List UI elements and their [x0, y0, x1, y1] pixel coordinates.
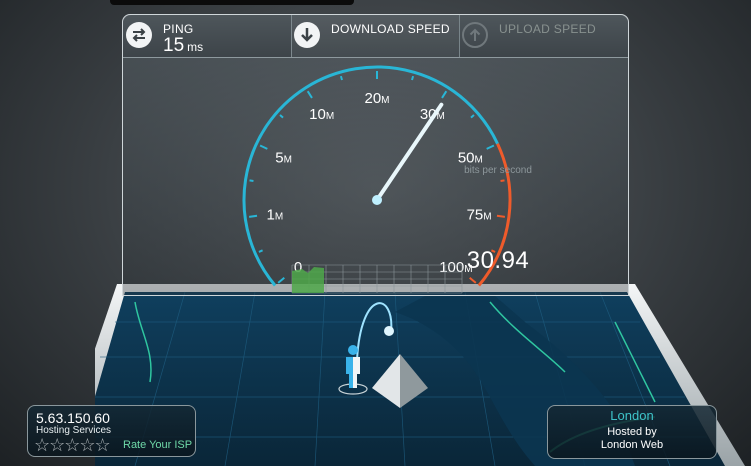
- gauge-tick-label: 50M: [458, 149, 483, 166]
- gauge-tick: [470, 114, 475, 119]
- speed-history-graph: [291, 264, 463, 294]
- gauge-tick-label: 20M: [364, 90, 389, 107]
- server-host: Hosted by London Web: [548, 426, 716, 452]
- speed-gauge-panel: PING 15 ms DOWNLOAD SPEED UPLOAD SPEED 01…: [122, 14, 629, 296]
- needle-hub: [372, 195, 382, 205]
- top-bar-fragment: [110, 0, 354, 5]
- speedometer: 01M5M10M20M30M50M75M100M: [242, 65, 512, 294]
- gauge-tick: [469, 277, 477, 284]
- rate-isp-link[interactable]: Rate Your ISP: [123, 439, 192, 451]
- gauge-tick: [411, 75, 415, 81]
- gauge-tick: [496, 214, 506, 218]
- gauge-tick: [500, 179, 505, 182]
- gauge-tick: [306, 90, 313, 99]
- gauge-tick: [248, 214, 258, 218]
- gauge-tick: [258, 249, 263, 253]
- gauge-tick-label: 1M: [267, 206, 284, 223]
- gauge-needle: [377, 102, 444, 199]
- client-ip: 5.63.150.60: [36, 410, 110, 426]
- gauge-tick: [279, 114, 284, 119]
- isp-rating-stars[interactable]: ☆☆☆☆☆: [34, 435, 111, 456]
- gauge-tick: [441, 90, 448, 99]
- speed-value: 30.94: [466, 247, 530, 274]
- hosted-by-label: Hosted by: [607, 426, 657, 438]
- gauge-tick: [339, 75, 343, 81]
- host-name: London Web: [600, 439, 664, 451]
- server-info-box: London Hosted by London Web: [547, 405, 717, 459]
- person-icon: [338, 345, 368, 395]
- gauge-tick-label: 75M: [467, 206, 492, 223]
- gauge-tick: [259, 144, 268, 150]
- pyramid-server-icon: [372, 354, 428, 408]
- gauge-tick-label: 5M: [275, 149, 292, 166]
- gauge-tick: [486, 144, 495, 150]
- gauge-tick-label: 10M: [309, 106, 334, 123]
- client-info-box: 5.63.150.60 Hosting Services ☆☆☆☆☆ Rate …: [27, 405, 196, 457]
- server-city[interactable]: London: [548, 408, 716, 423]
- units-label: bits per second: [464, 165, 532, 176]
- gauge-tick: [249, 179, 254, 182]
- gauge-tick: [277, 277, 285, 284]
